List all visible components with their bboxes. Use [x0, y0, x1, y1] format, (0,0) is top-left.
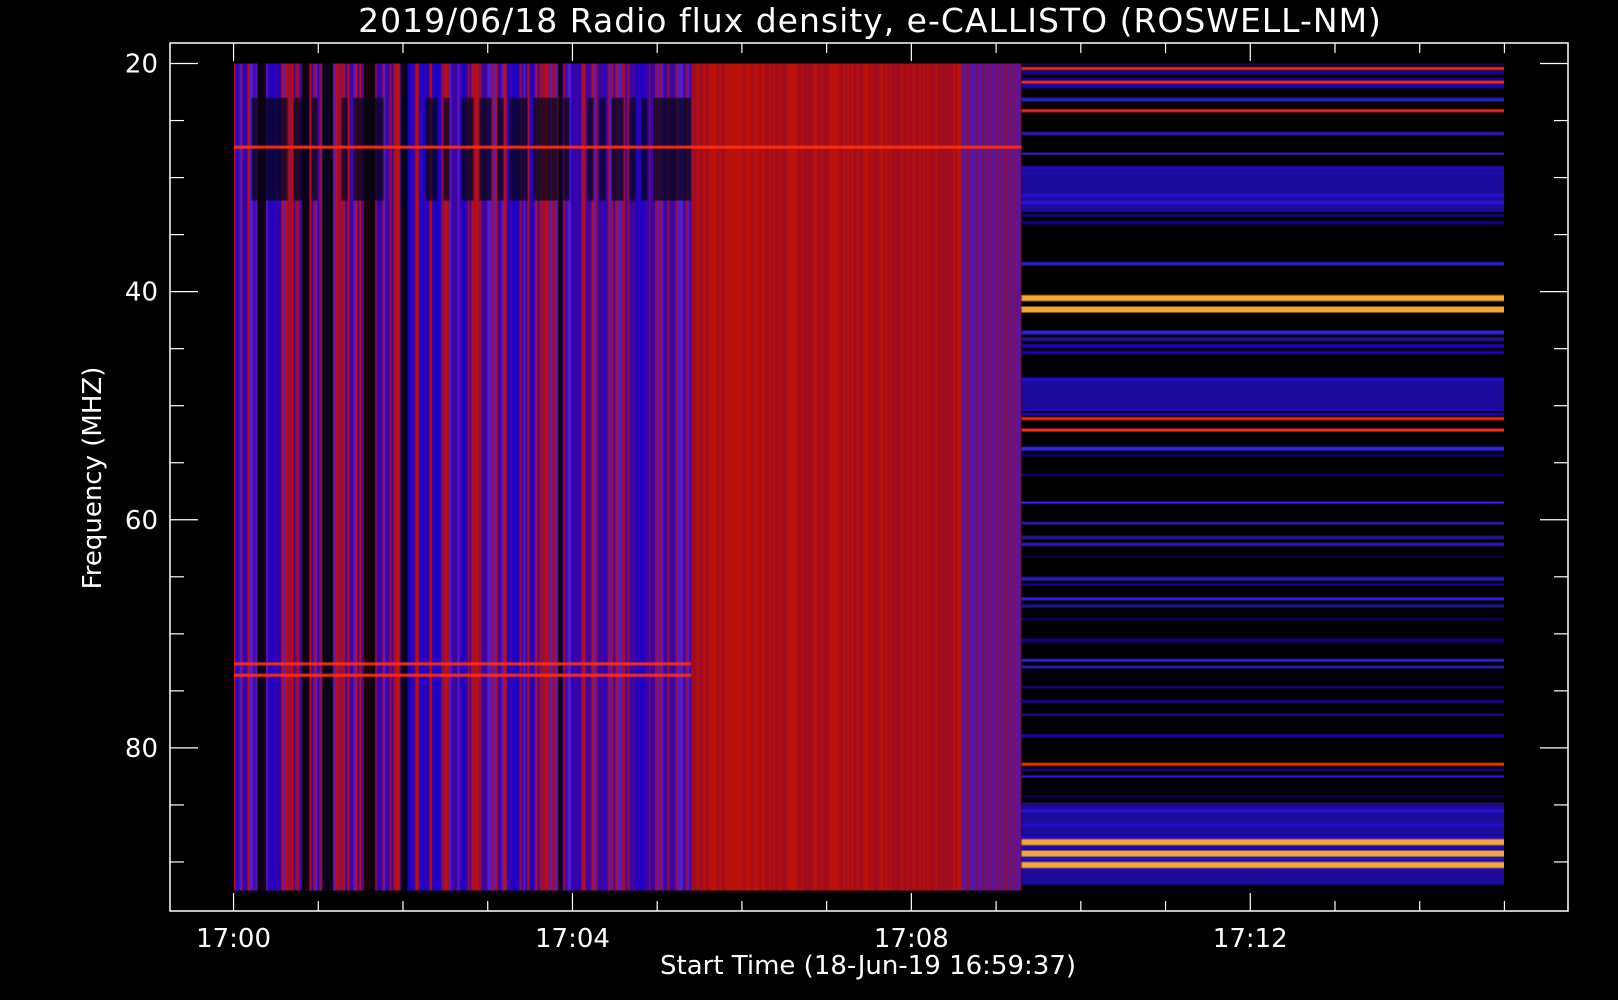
y-tick-label: 40: [125, 278, 158, 308]
y-tick-label: 60: [125, 506, 158, 536]
x-axis-label: Start Time (18-Jun-19 16:59:37): [660, 951, 1076, 981]
x-tick-label: 17:04: [535, 924, 610, 954]
spectrogram-chart: 2019/06/18 Radio flux density, e-CALLIST…: [0, 0, 1618, 1000]
x-tick-label: 17:12: [1213, 924, 1288, 954]
y-tick-label: 80: [125, 734, 158, 764]
x-tick-label: 17:00: [196, 924, 271, 954]
plot-area: [234, 63, 1504, 891]
x-tick-label: 17:08: [874, 924, 949, 954]
chart-title: 2019/06/18 Radio flux density, e-CALLIST…: [358, 1, 1382, 40]
y-axis-label: Frequency (MHZ): [78, 367, 108, 590]
spectrogram-image: [234, 63, 1504, 891]
y-tick-label: 20: [125, 50, 158, 80]
